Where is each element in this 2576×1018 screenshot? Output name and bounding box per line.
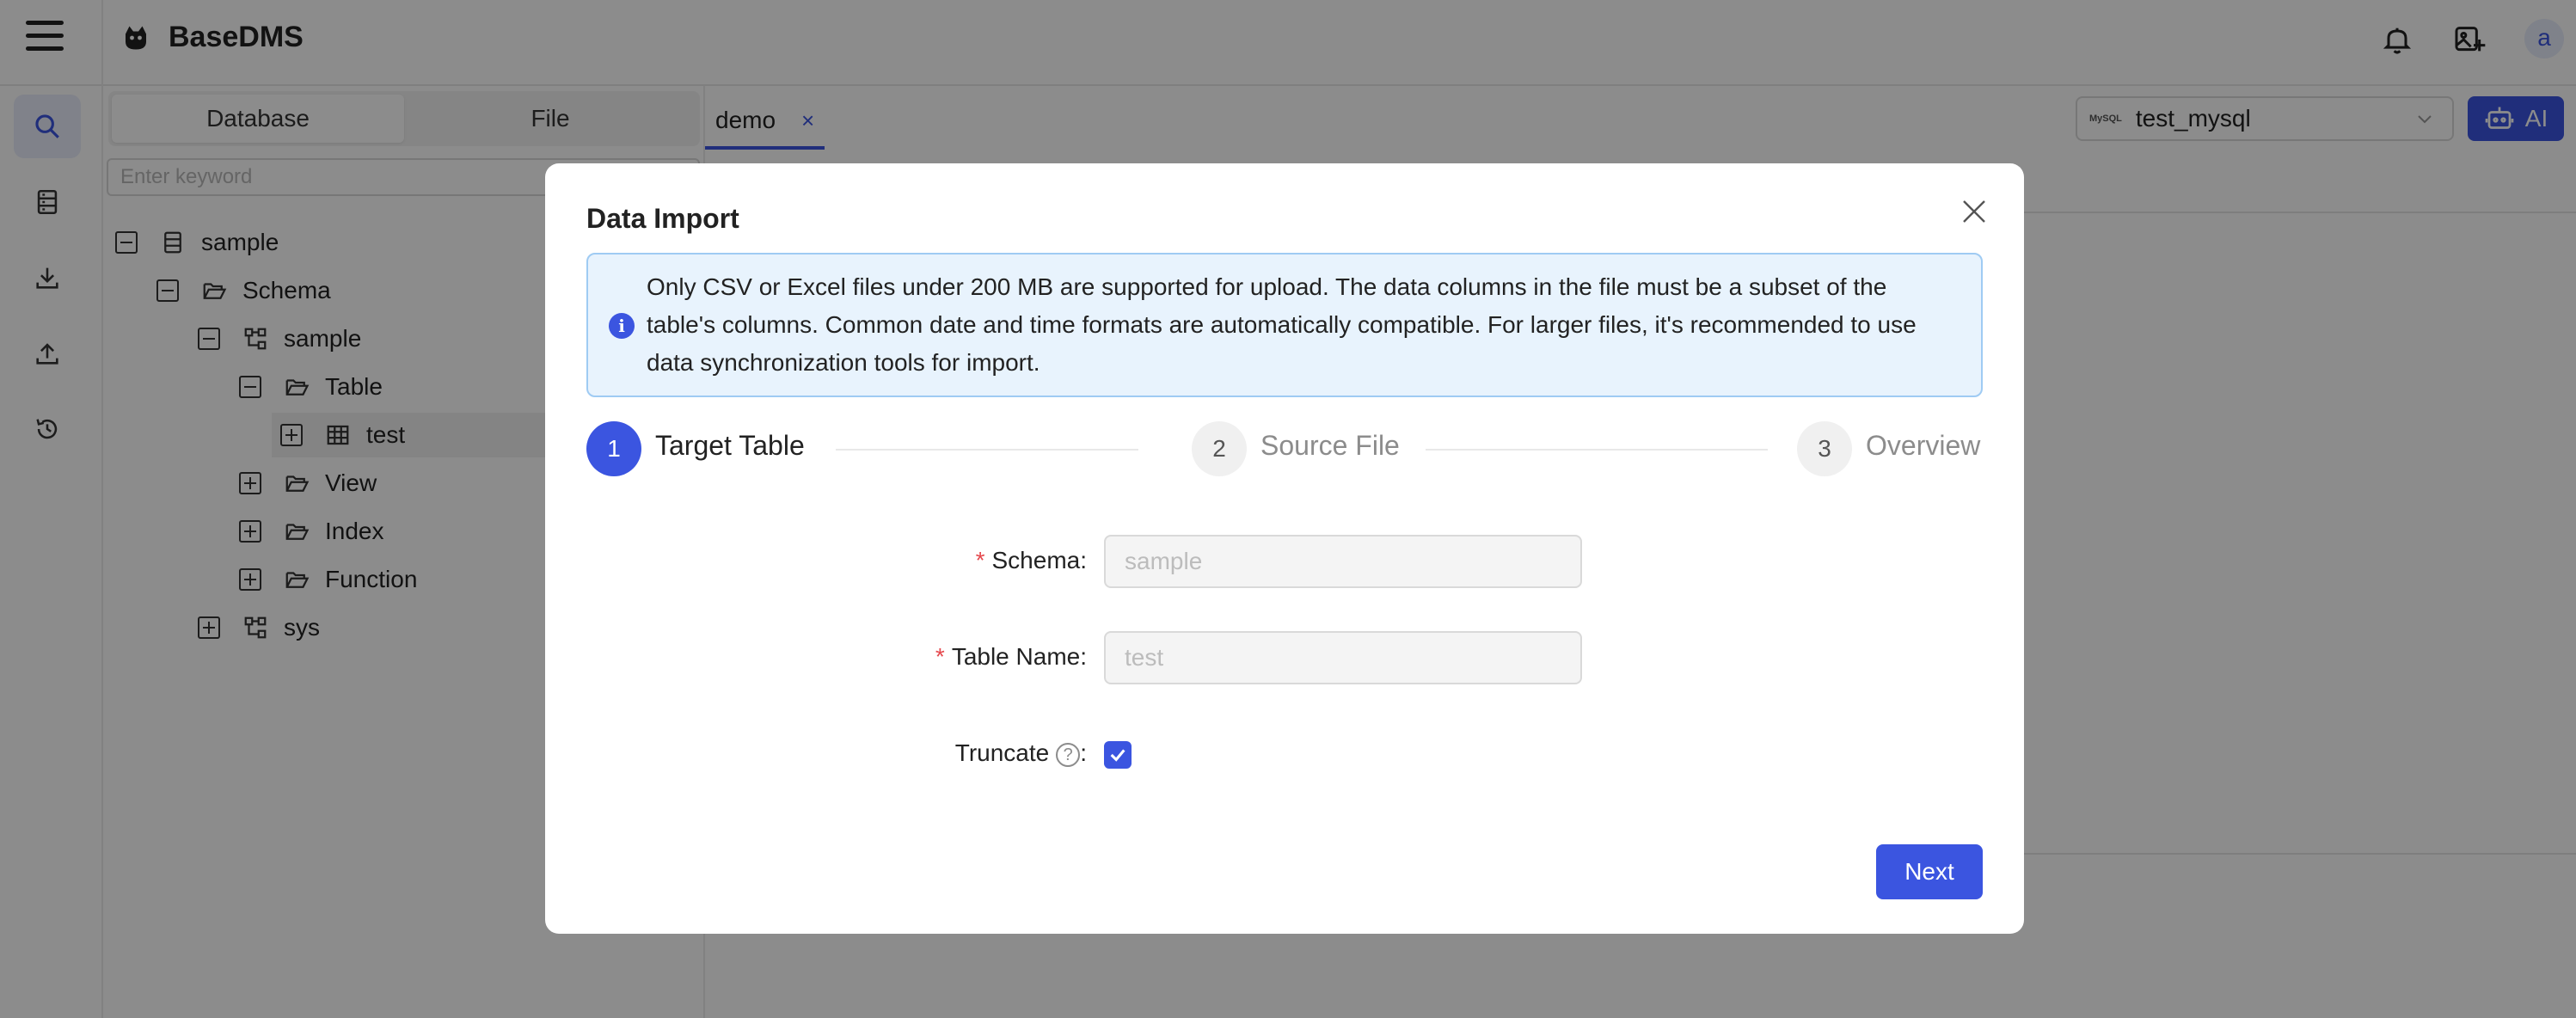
info-icon: i [609, 313, 635, 339]
table-name-label-text: Table Name [951, 643, 1081, 670]
schema-field-label: * Schema: [803, 547, 1087, 574]
question-circle-icon[interactable]: ? [1056, 742, 1081, 767]
step-connector [836, 449, 1138, 451]
truncate-label-text: Truncate [954, 739, 1050, 766]
label-colon: : [1080, 643, 1087, 670]
step-2-label: Source File [1260, 430, 1400, 461]
step-1-indicator: 1 [586, 421, 641, 476]
truncate-field-label: Truncate?: [717, 739, 1087, 767]
step-3-indicator: 3 [1797, 421, 1852, 476]
table-name-field[interactable] [1104, 631, 1582, 684]
truncate-checkbox[interactable] [1104, 741, 1132, 769]
step-3-label: Overview [1866, 430, 1981, 461]
required-mark: * [935, 643, 945, 670]
info-alert: i Only CSV or Excel files under 200 MB a… [586, 253, 1983, 397]
table-name-field-label: * Table Name: [717, 643, 1087, 671]
step-2-indicator: 2 [1192, 421, 1247, 476]
next-button[interactable]: Next [1876, 844, 1983, 899]
dialog-title: Data Import [586, 203, 739, 234]
required-mark: * [975, 547, 985, 573]
check-icon [1110, 749, 1125, 762]
schema-field[interactable] [1104, 535, 1582, 588]
label-colon: : [1080, 739, 1087, 766]
alert-message: Only CSV or Excel files under 200 MB are… [647, 273, 1917, 376]
label-colon: : [1080, 547, 1087, 573]
step-connector [1426, 449, 1768, 451]
step-1-label: Target Table [655, 430, 805, 461]
data-import-dialog: Data Import i Only CSV or Excel files un… [545, 163, 2024, 934]
schema-label-text: Schema [991, 547, 1081, 573]
close-icon[interactable] [1959, 196, 1990, 227]
